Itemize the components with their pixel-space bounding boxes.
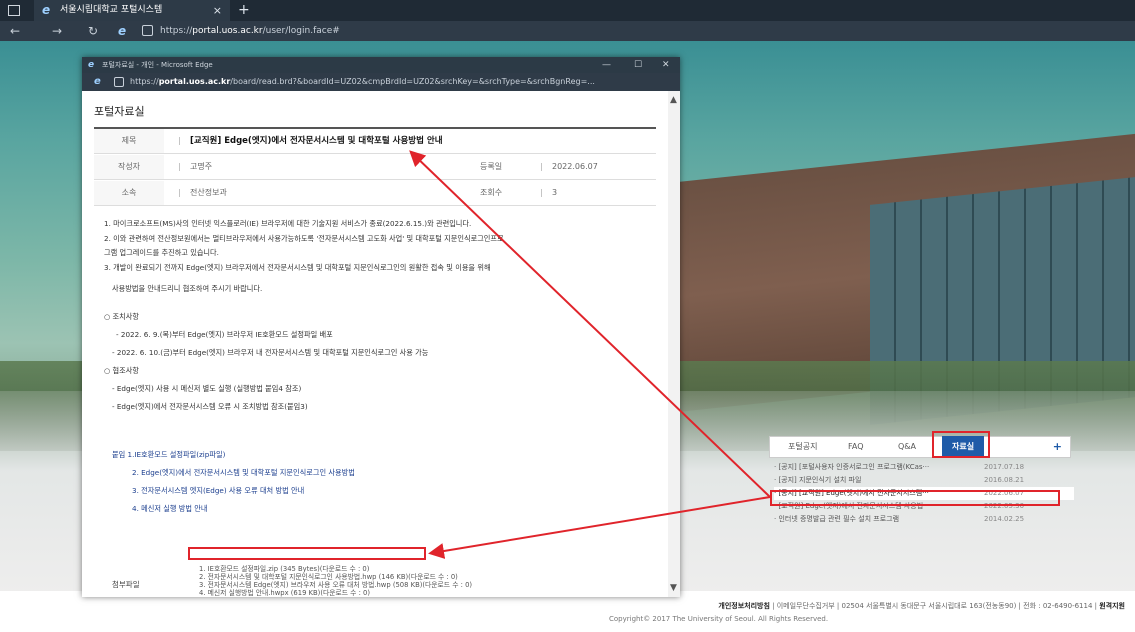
file-link[interactable]: 4. 메신저 실행방법 안내.hwpx (619 KB)(다운로드 수 : 0) <box>199 589 472 597</box>
back-icon[interactable]: ← <box>10 21 20 41</box>
edge-icon: e <box>94 76 101 87</box>
meta-dept-row: 소속 | 전산정보과 조회수 | 3 <box>94 181 656 206</box>
remote-support-link[interactable]: 원격지원 <box>1099 602 1125 610</box>
popup-title-bar: e 포털자료실 - 개인 - Microsoft Edge — ☐ ✕ <box>82 57 680 73</box>
body-line: 2. 이와 관련하여 전산정보원에서는 멀티브라우저에서 사용가능하도록 '전자… <box>104 234 504 243</box>
body-line: - 2022. 6. 10.(금)부터 Edge(엣지) 브라우저 내 전자문서… <box>112 348 429 357</box>
author-label: 작성자 <box>94 155 164 179</box>
title-label: 제목 <box>94 129 164 153</box>
new-tab-button[interactable]: + <box>238 0 250 20</box>
copyright: Copyright© 2017 The University of Seoul.… <box>609 615 829 623</box>
list-item[interactable]: · 인터넷 증명발급 관련 필수 설치 프로그램 2014.02.25 <box>774 513 1074 526</box>
tab-title: 서울시립대학교 포털시스템 <box>60 5 163 15</box>
more-button[interactable]: + <box>1053 437 1062 457</box>
body-line: 그램 업그레이드를 추진하고 있습니다. <box>104 248 219 257</box>
scroll-down-icon[interactable]: ▼ <box>670 583 677 593</box>
attachment-item[interactable]: 4. 메신저 실행 방법 안내 <box>132 504 208 514</box>
file-link[interactable]: 1. IE호환모드 설정파일.zip (345 Bytes)(다운로드 수 : … <box>199 565 472 573</box>
body-line: 3. 개발이 완료되기 전까지 Edge(엣지) 브라우저에서 전자문서시스템 … <box>104 263 491 272</box>
lock-icon[interactable] <box>142 25 153 36</box>
popup-content: 포털자료실 제목 | [교직원] Edge(엣지)에서 전자문서시스템 및 대학… <box>82 91 668 597</box>
dept-value: 전산정보과 <box>190 188 227 197</box>
dept-label: 소속 <box>94 181 164 205</box>
files-label: 첨부파일 <box>112 580 140 589</box>
lock-icon[interactable] <box>114 77 124 87</box>
body-line: 사용방법을 안내드리니 협조하여 주시기 바랍니다. <box>112 284 263 293</box>
edge-icon: e <box>118 24 127 38</box>
maximize-icon[interactable]: ☐ <box>634 57 642 73</box>
popup-url-field[interactable]: https://portal.uos.ac.kr/board/read.brd?… <box>130 73 595 91</box>
edge-icon: e <box>88 60 95 70</box>
address-bar: ← → ↻ e https://portal.uos.ac.kr/user/lo… <box>0 21 1135 41</box>
page-title: 포털자료실 <box>94 105 145 118</box>
highlight-box-file <box>188 547 426 560</box>
views-value: 3 <box>552 188 558 197</box>
url-field[interactable]: https://portal.uos.ac.kr/user/login.face… <box>160 21 340 41</box>
refresh-icon[interactable]: ↻ <box>88 21 98 41</box>
close-icon[interactable]: ✕ <box>662 57 670 73</box>
list-item[interactable]: · [공지] [포털사용자 인증서로그인 프로그램(KCas··· 2017.07… <box>774 461 1074 474</box>
board-tabs: 포털공지 FAQ Q&A 자료실 + <box>769 436 1071 458</box>
list-item[interactable]: · [공지] 지문인식기 설치 파일 2016.08.21 <box>774 474 1074 487</box>
popup-window-title: 포털자료실 - 개인 - Microsoft Edge <box>102 61 213 69</box>
tab-qna[interactable]: Q&A <box>898 437 916 457</box>
body-line: 1. 마이크로소프트(MS)사의 인터넷 익스플로러(IE) 브라우저에 대한 … <box>104 219 472 228</box>
scrollbar[interactable]: ▲ ▼ <box>668 91 680 597</box>
scroll-up-icon[interactable]: ▲ <box>670 95 677 105</box>
minimize-icon[interactable]: — <box>602 57 611 73</box>
popup-window: e 포털자료실 - 개인 - Microsoft Edge — ☐ ✕ e ht… <box>82 57 680 597</box>
section-heading: ○ 협조사항 <box>104 366 140 375</box>
tab-faq[interactable]: FAQ <box>848 437 864 457</box>
browser-tab-bar: e 서울시립대학교 포털시스템 × + <box>0 0 1135 21</box>
body-line: - Edge(엣지)에서 전자문서시스템 오류 시 조치방법 참조(붙임3) <box>112 402 308 411</box>
views-label: 조회수 <box>480 188 503 197</box>
page-footer: 개인정보처리방침 | 이메일무단수집거부 | 02504 서울특별시 동대문구 … <box>0 591 1135 632</box>
body-line: - 2022. 6. 9.(목)부터 Edge(엣지) 브라우저 IE호환모드 … <box>116 330 333 339</box>
forward-icon[interactable]: → <box>52 21 62 41</box>
meta-author-row: 작성자 | 고명주 등록일 | 2022.06.07 <box>94 155 656 180</box>
popup-address-bar: e https://portal.uos.ac.kr/board/read.br… <box>82 73 680 91</box>
date-label: 등록일 <box>480 162 503 171</box>
attachment-heading[interactable]: 붙임 1.IE호환모드 설정파일(zip파일) <box>112 450 225 460</box>
date-value: 2022.06.07 <box>552 162 598 171</box>
meta-title-row: 제목 | [교직원] Edge(엣지)에서 전자문서시스템 및 대학포털 사용방… <box>94 129 656 154</box>
tab-portal-notice[interactable]: 포털공지 <box>788 437 817 457</box>
highlight-box-board-item <box>770 490 1060 506</box>
browser-tab[interactable]: e 서울시립대학교 포털시스템 × <box>34 0 230 21</box>
tab-close-button[interactable]: × <box>213 0 222 21</box>
file-link[interactable]: 2. 전자문서시스템 및 대학포털 지문인식로그인 사용방법.hwp (146 … <box>199 573 472 581</box>
edge-icon: e <box>42 3 51 17</box>
file-list: 1. IE호환모드 설정파일.zip (345 Bytes)(다운로드 수 : … <box>199 565 472 597</box>
section-heading: ○ 조치사항 <box>104 312 140 321</box>
author-value: 고명주 <box>190 162 213 171</box>
body-line: - Edge(엣지) 사용 시 메신저 별도 실행 (실행방법 붙임4 참조) <box>112 384 302 393</box>
highlight-box-archive-tab <box>932 431 990 458</box>
file-link[interactable]: 3. 전자문서시스템 Edge(엣지) 브라우저 사용 오류 대처 방법.hwp… <box>199 581 472 589</box>
privacy-link[interactable]: 개인정보처리방침 <box>718 602 770 610</box>
attachment-item[interactable]: 3. 전자문서시스템 엣지(Edge) 사용 오류 대처 방법 안내 <box>132 486 304 496</box>
attachment-item[interactable]: 2. Edge(엣지)에서 전자문서시스템 및 대학포털 지문인식로그인 사용방… <box>132 468 355 478</box>
tab-actions-icon[interactable] <box>8 5 20 16</box>
footer-address: | 이메일무단수집거부 | 02504 서울특별시 동대문구 서울시립대로 16… <box>772 602 1097 610</box>
post-title: [교직원] Edge(엣지)에서 전자문서시스템 및 대학포털 사용방법 안내 <box>190 136 443 146</box>
footer-info: 개인정보처리방침 | 이메일무단수집거부 | 02504 서울특별시 동대문구 … <box>718 601 1125 611</box>
